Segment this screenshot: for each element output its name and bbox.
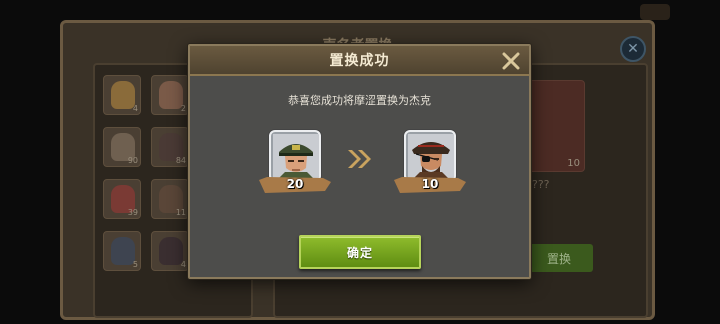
grid-card-count: 4 <box>180 260 186 269</box>
grid-card[interactable]: 4 <box>103 75 141 115</box>
grid-card[interactable]: 11 <box>151 179 189 219</box>
hero-face-icon <box>111 237 135 265</box>
soldier-portrait <box>269 130 321 182</box>
from-count-ribbon: 20 <box>259 176 331 194</box>
grid-card-count: 39 <box>127 208 138 217</box>
grid-card[interactable]: 4 <box>151 231 189 271</box>
top-strip-decoration <box>640 4 670 20</box>
grid-card-count: 11 <box>175 208 186 217</box>
dialog-title: 置换成功 <box>329 53 390 69</box>
dialog-header: 置换成功 <box>190 46 529 76</box>
replace-button[interactable]: 置换 <box>525 244 593 272</box>
close-x-icon[interactable] <box>499 49 523 73</box>
grid-card-count: 90 <box>127 156 138 165</box>
from-hero-count: 20 <box>286 177 304 191</box>
background-close-icon[interactable]: ✕ <box>620 36 646 62</box>
success-message: 恭喜您成功将摩涩置换为杰克 <box>288 94 431 107</box>
pirate-portrait <box>404 130 456 182</box>
hero-face-icon <box>111 81 135 109</box>
to-count-ribbon: 10 <box>394 176 466 194</box>
double-chevron-right-icon <box>346 148 374 174</box>
grid-card-count: 84 <box>175 156 186 165</box>
grid-card[interactable]: 2 <box>151 75 189 115</box>
grid-card[interactable]: 39 <box>103 179 141 219</box>
grid-card-count: 4 <box>132 104 138 113</box>
grid-card-count: 2 <box>180 104 186 113</box>
grid-card[interactable]: 90 <box>103 127 141 167</box>
hero-face-icon <box>159 237 183 265</box>
grid-card[interactable]: 84 <box>151 127 189 167</box>
hero-face-icon <box>159 81 183 109</box>
unknown-hero-label: ??? <box>532 178 550 191</box>
grid-card-count: 5 <box>132 260 138 269</box>
confirm-button[interactable]: 确定 <box>299 235 421 269</box>
grid-card[interactable]: 5 <box>103 231 141 271</box>
target-hero-count: 10 <box>567 158 580 169</box>
to-hero-count: 10 <box>421 177 439 191</box>
